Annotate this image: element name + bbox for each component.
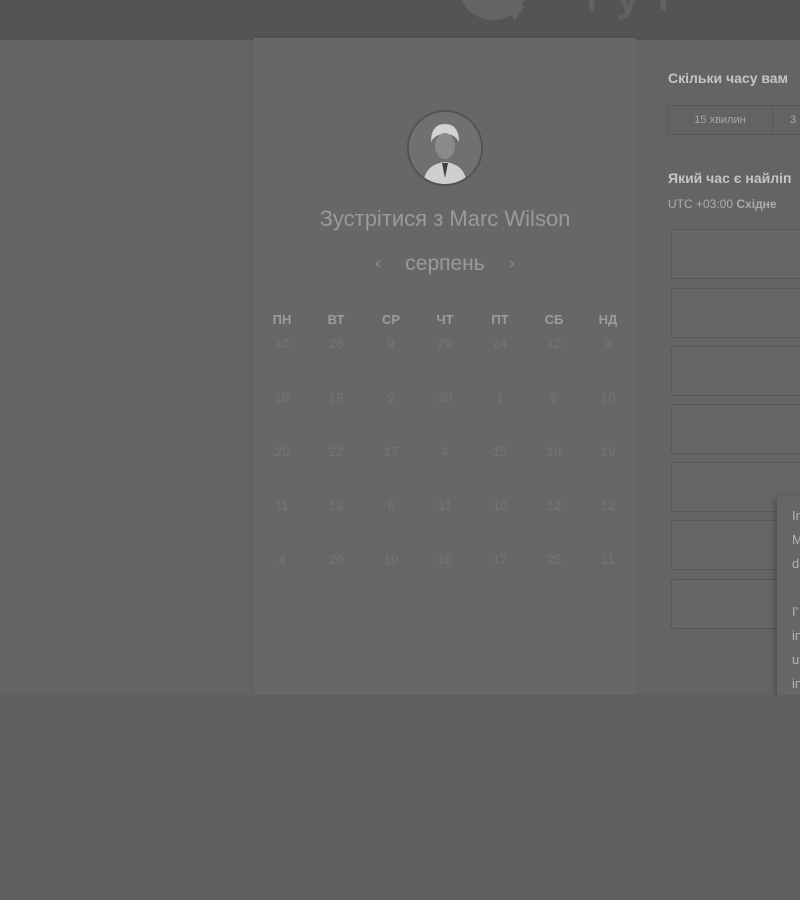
weekday-label: ЧТ: [436, 312, 454, 327]
calendar-day[interactable]: 30: [418, 390, 472, 405]
calendar-day[interactable]: 15: [473, 444, 527, 459]
chat-text-line: In: [792, 508, 800, 523]
chat-text-line: I': [792, 604, 799, 619]
weekday-label: СБ: [544, 312, 564, 327]
logo-text: тут g: [582, 0, 740, 30]
calendar-day[interactable]: 6: [527, 390, 581, 405]
chat-bubble-tail-icon: [505, 6, 525, 20]
logo[interactable]: тут g: [450, 0, 740, 30]
calendar-day[interactable]: 20: [255, 444, 309, 459]
time-slot[interactable]: [671, 288, 800, 338]
chat-text-line: in: [792, 628, 800, 643]
calendar-day[interactable]: 9: [364, 390, 418, 405]
timezone-label[interactable]: UTC +03:00 Східне: [668, 197, 777, 211]
header-bar: тут g: [0, 0, 800, 40]
calendar-day[interactable]: 26: [309, 336, 363, 351]
calendar-day[interactable]: 25: [527, 552, 581, 567]
time-slot[interactable]: [671, 404, 800, 454]
calendar-day[interactable]: 9: [581, 336, 635, 351]
chat-text-line: M: [792, 532, 800, 547]
timezone-offset: UTC +03:00: [668, 197, 734, 211]
calendar-day[interactable]: 19: [309, 390, 363, 405]
chat-text-line: d: [792, 556, 800, 571]
calendar-day[interactable]: 20: [309, 552, 363, 567]
weekday-label: СР: [381, 312, 401, 327]
chat-text-line: in: [792, 676, 800, 691]
calendar-day[interactable]: 10: [364, 552, 418, 567]
calendar-day[interactable]: 11: [255, 498, 309, 513]
calendar-day[interactable]: 9: [364, 336, 418, 351]
duration-question: Скільки часу вам: [668, 70, 788, 86]
calendar-day[interactable]: 12: [527, 498, 581, 513]
footer-area: [0, 695, 800, 900]
calendar-day[interactable]: 13: [309, 498, 363, 513]
calendar-day[interactable]: 4: [255, 552, 309, 567]
duration-selector: 15 хвилин 3: [667, 105, 800, 135]
calendar-day[interactable]: 12: [581, 498, 635, 513]
avatar: [407, 110, 483, 186]
calendar-day[interactable]: 1: [473, 390, 527, 405]
calendar-day[interactable]: 10: [255, 390, 309, 405]
calendar-day[interactable]: 29: [418, 336, 472, 351]
duration-option-button[interactable]: 15 хвилин: [667, 105, 773, 135]
calendar-day[interactable]: 10: [255, 336, 309, 351]
weekday-label: ПН: [272, 312, 292, 327]
time-slot[interactable]: [671, 346, 800, 396]
calendar-day[interactable]: 24: [473, 336, 527, 351]
chevron-left-icon[interactable]: ‹: [369, 255, 387, 273]
calendar-day[interactable]: 10: [418, 552, 472, 567]
calendar-day[interactable]: 10: [473, 498, 527, 513]
calendar-day[interactable]: 11: [418, 498, 472, 513]
chat-text-line: u: [792, 652, 800, 667]
time-slot[interactable]: [671, 229, 800, 279]
calendar-day[interactable]: 12: [527, 336, 581, 351]
calendar-card: Зустрітися з Marc Wilson ‹ серпень › ПН …: [254, 38, 636, 695]
duration-option-button[interactable]: 3: [773, 105, 800, 135]
calendar-day[interactable]: 10: [527, 444, 581, 459]
calendar-day[interactable]: 17: [473, 552, 527, 567]
calendar-day-grid: 10 26 9 29 24 12 9 10 19 9 30 1 6 10 20 …: [254, 336, 636, 616]
weekday-label: НД: [598, 312, 618, 327]
chevron-right-icon[interactable]: ›: [503, 255, 521, 273]
month-navigation: ‹ серпень ›: [254, 252, 636, 282]
calendar-day[interactable]: 6: [364, 498, 418, 513]
calendar-day[interactable]: 4: [418, 444, 472, 459]
timezone-name: Східне: [736, 197, 777, 211]
weekday-header-row: ПН ВТ СР ЧТ ПТ СБ НД: [254, 312, 636, 332]
calendar-day[interactable]: 22: [309, 444, 363, 459]
booking-panel: Скільки часу вам 15 хвилин 3 Який час є н…: [637, 40, 800, 695]
calendar-day[interactable]: 17: [364, 444, 418, 459]
page: тут g Зустрітися з Marc Wilson ‹ серпень…: [0, 0, 800, 900]
weekday-label: ВТ: [327, 312, 345, 327]
weekday-label: ПТ: [491, 312, 509, 327]
calendar-day[interactable]: 11: [581, 552, 635, 567]
meeting-title: Зустрітися з Marc Wilson: [319, 206, 571, 231]
time-question: Який час є найліп: [668, 170, 792, 186]
calendar-day[interactable]: 19: [581, 444, 635, 459]
month-label: серпень: [405, 252, 485, 275]
calendar-day[interactable]: 10: [581, 390, 635, 405]
person-photo-icon: [409, 112, 481, 184]
